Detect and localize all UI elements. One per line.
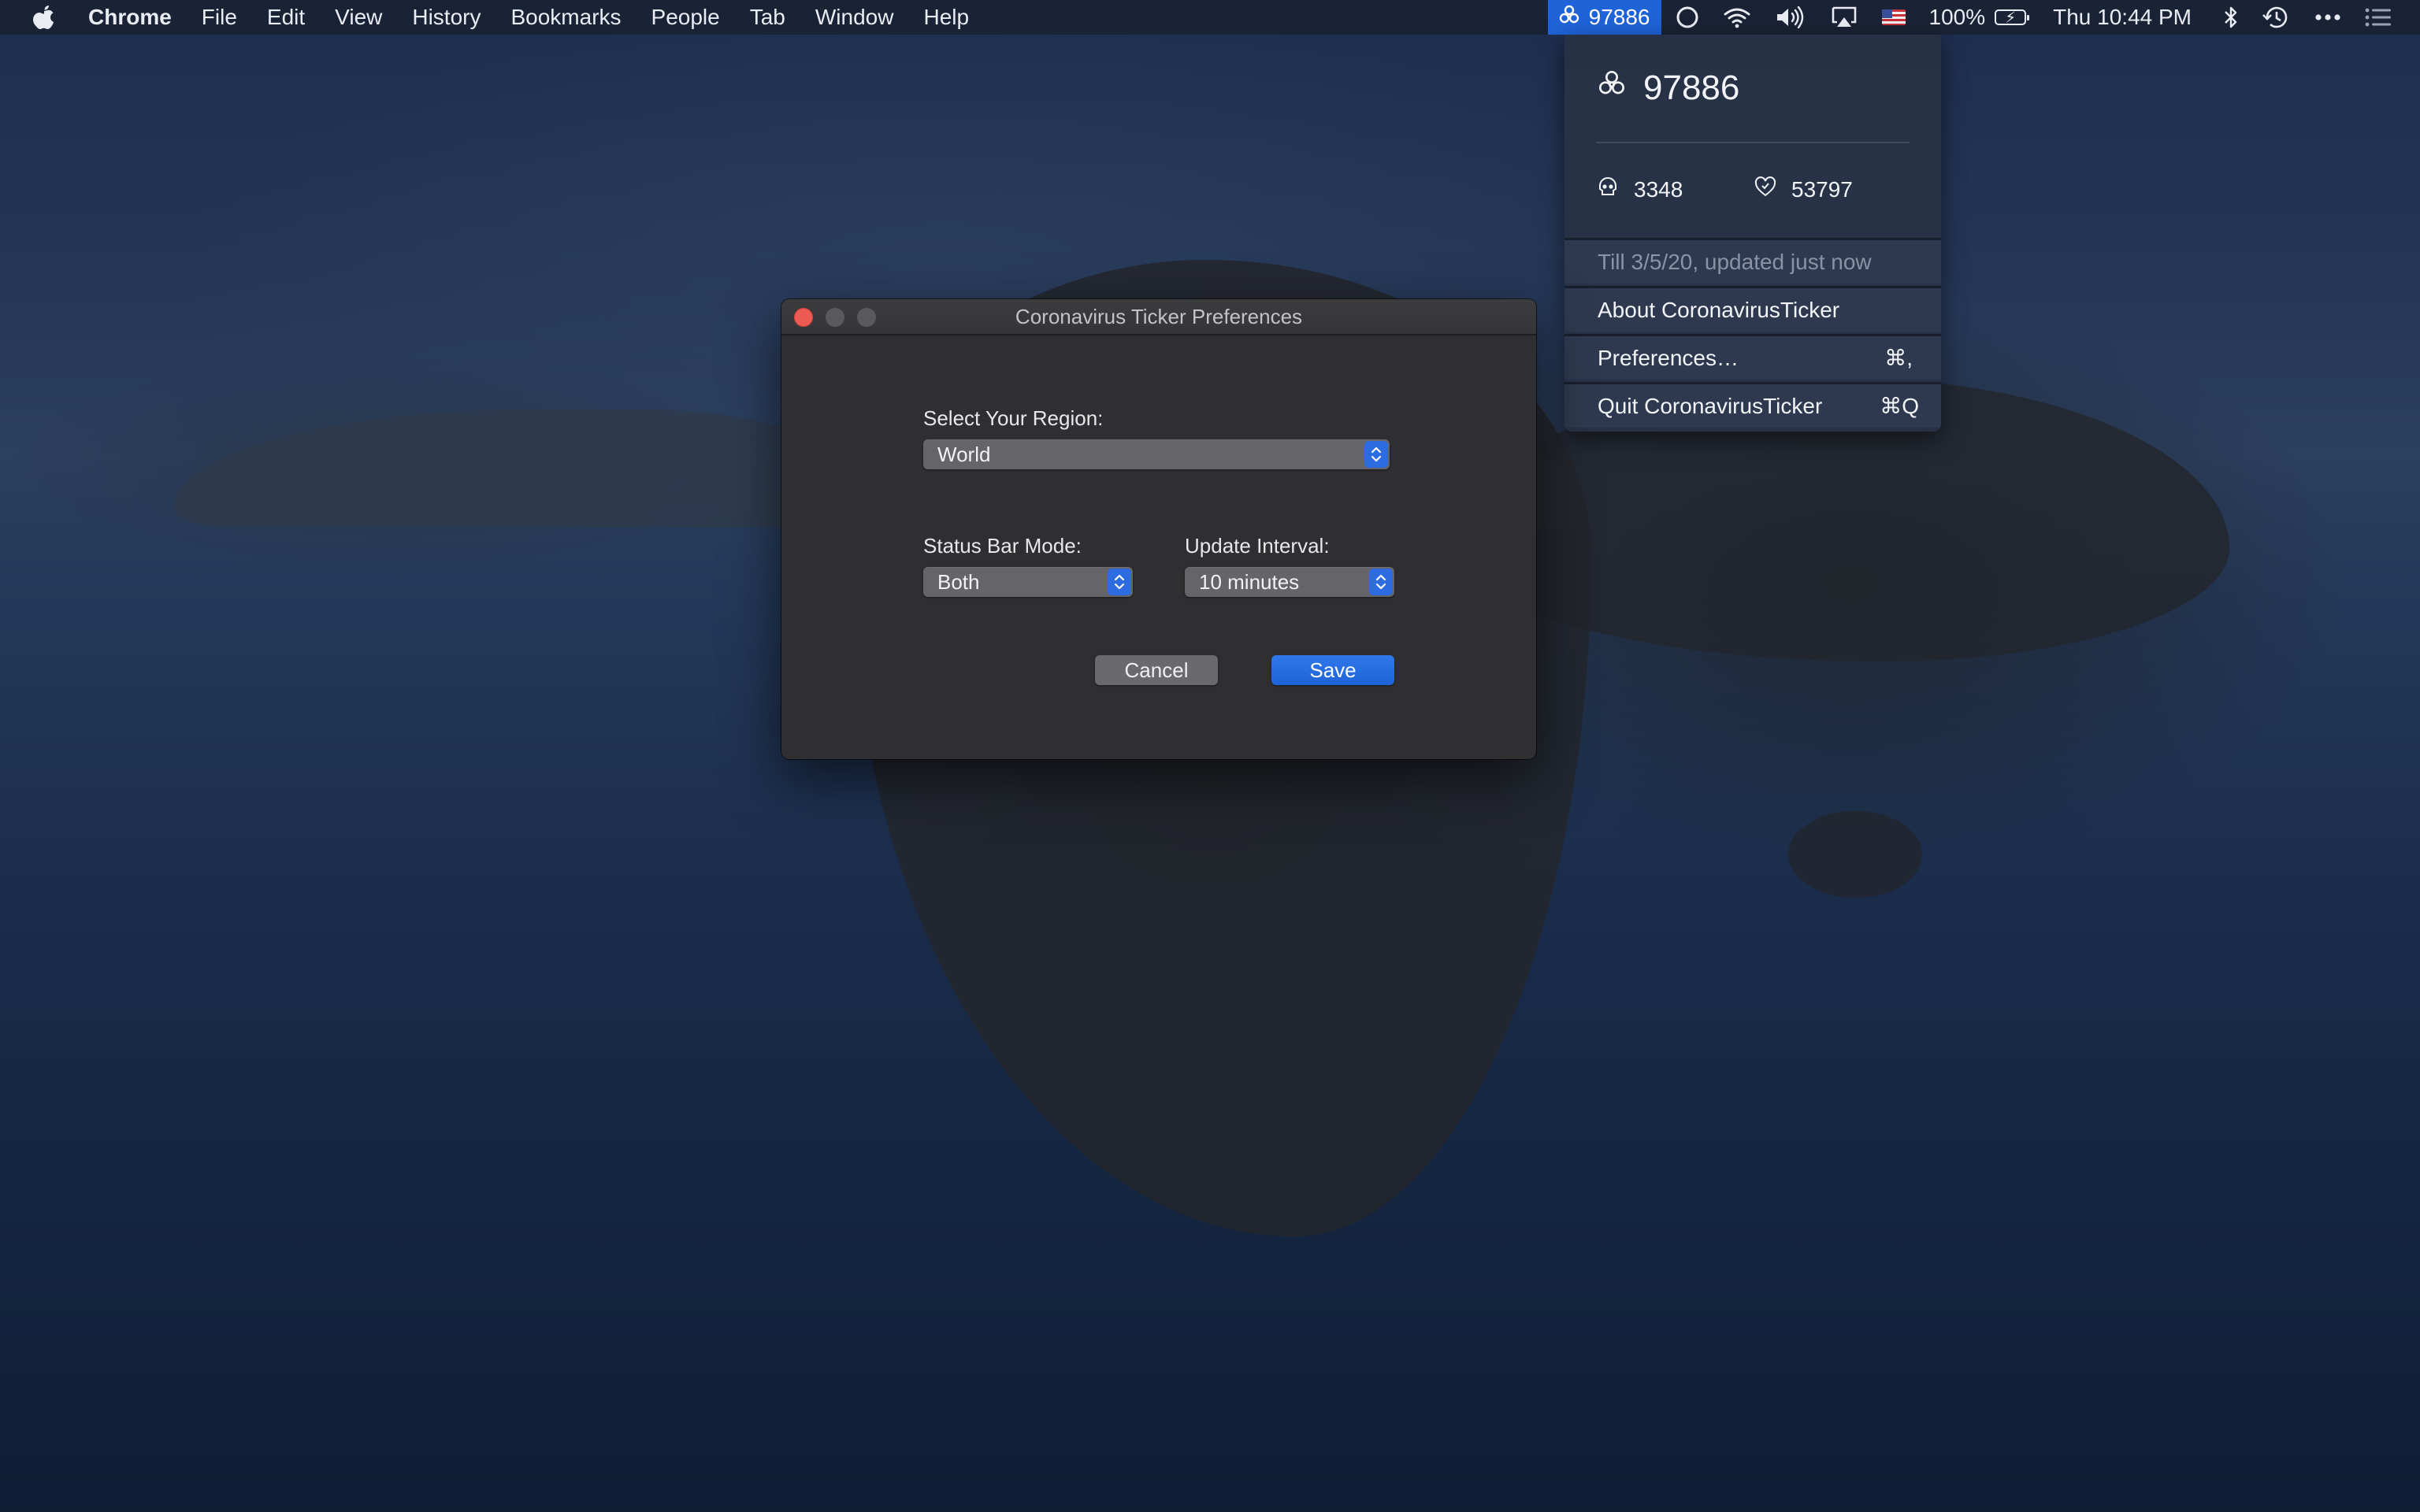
update-interval-label: Update Interval: (1185, 534, 1330, 558)
more-icon[interactable] (2314, 13, 2341, 21)
update-interval-value: 10 minutes (1199, 570, 1300, 594)
total-cases: 97886 (1643, 68, 1740, 107)
zoom-button[interactable] (857, 308, 876, 327)
region-value: World (937, 443, 991, 466)
preferences-content: Select Your Region: World Status Bar Mod… (781, 335, 1536, 759)
menu-app-name[interactable]: Chrome (88, 5, 172, 30)
shortcut-quit: ⌘Q (1880, 394, 1919, 418)
wifi-icon[interactable] (1723, 6, 1751, 28)
region-label: Select Your Region: (923, 406, 1104, 430)
status-bar-mode-label: Status Bar Mode: (923, 534, 1082, 558)
region-select[interactable]: World (923, 439, 1390, 469)
menu-bookmarks[interactable]: Bookmarks (510, 5, 621, 30)
biohazard-icon (1596, 68, 1628, 108)
menu-window[interactable]: Window (815, 5, 894, 30)
clock[interactable]: Thu 10:44 PM (2053, 5, 2192, 30)
menu-history[interactable]: History (412, 5, 481, 30)
wallpaper-hills (173, 410, 882, 528)
menu-view[interactable]: View (335, 5, 382, 30)
chevron-updown-icon (1369, 569, 1393, 595)
battery-icon[interactable]: ⚡ (1995, 9, 2030, 27)
ticker-dropdown-menu: 97886 3348 53797 Till 3/5/20, updated ju… (1564, 35, 1941, 432)
minimize-button[interactable] (826, 308, 844, 327)
dropdown-divider (1596, 142, 1910, 143)
close-button[interactable] (794, 308, 813, 327)
menu-tab[interactable]: Tab (750, 5, 785, 30)
menu-item-quit[interactable]: Quit CoronavirusTicker ⌘Q (1564, 382, 1941, 428)
time-machine-icon[interactable] (2262, 5, 2291, 30)
chevron-updown-icon (1364, 441, 1388, 468)
skull-icon (1596, 175, 1620, 204)
heart-icon (1754, 175, 1777, 204)
deaths-count: 3348 (1634, 176, 1683, 202)
updated-info: Till 3/5/20, updated just now (1564, 238, 1941, 284)
shortcut-preferences: ⌘, (1884, 346, 1913, 370)
status-area: 97886 100% ⚡ Thu 10:44 PM (1547, 0, 2420, 35)
biohazard-icon (1557, 3, 1581, 32)
desktop: { "menubar": { "app_name": "Chrome", "it… (0, 0, 2420, 1512)
menu-file[interactable]: File (202, 5, 237, 30)
recovered-stat: 53797 (1754, 175, 1911, 204)
menu-bar: Chrome File Edit View History Bookmarks … (0, 0, 2420, 35)
airplay-icon[interactable] (1830, 6, 1858, 28)
menu-item-preferences[interactable]: Preferences… ⌘, (1564, 334, 1941, 380)
dropdown-header: 97886 (1596, 68, 1739, 108)
apple-icon[interactable] (32, 4, 57, 31)
list-icon[interactable] (2365, 7, 2392, 28)
menu-edit[interactable]: Edit (267, 5, 305, 30)
ticker-count: 97886 (1588, 5, 1650, 29)
wallpaper-rock (1788, 811, 1922, 898)
deaths-stat: 3348 (1596, 175, 1754, 204)
window-title: Coronavirus Ticker Preferences (1015, 305, 1303, 328)
us-flag-icon[interactable] (1881, 9, 1906, 25)
menu-people[interactable]: People (651, 5, 720, 30)
status-bar-mode-select[interactable]: Both (923, 567, 1133, 597)
ticker-status-item[interactable]: 97886 (1547, 0, 1661, 35)
battery-percent[interactable]: 100% (1929, 5, 1986, 30)
record-icon[interactable] (1676, 6, 1699, 29)
recovered-count: 53797 (1791, 176, 1853, 202)
menu-item-about[interactable]: About CoronavirusTicker (1564, 286, 1941, 332)
save-button[interactable]: Save (1271, 655, 1394, 685)
window-titlebar[interactable]: Coronavirus Ticker Preferences (781, 299, 1536, 335)
preferences-window: Coronavirus Ticker Preferences Select Yo… (781, 299, 1536, 759)
bluetooth-icon[interactable] (2223, 6, 2239, 29)
status-bar-mode-value: Both (937, 570, 980, 594)
chevron-updown-icon (1108, 569, 1131, 595)
volume-icon[interactable] (1775, 6, 1806, 28)
cancel-button[interactable]: Cancel (1095, 655, 1218, 685)
menu-help[interactable]: Help (923, 5, 969, 30)
dropdown-stats: 3348 53797 (1596, 175, 1911, 204)
update-interval-select[interactable]: 10 minutes (1185, 567, 1394, 597)
